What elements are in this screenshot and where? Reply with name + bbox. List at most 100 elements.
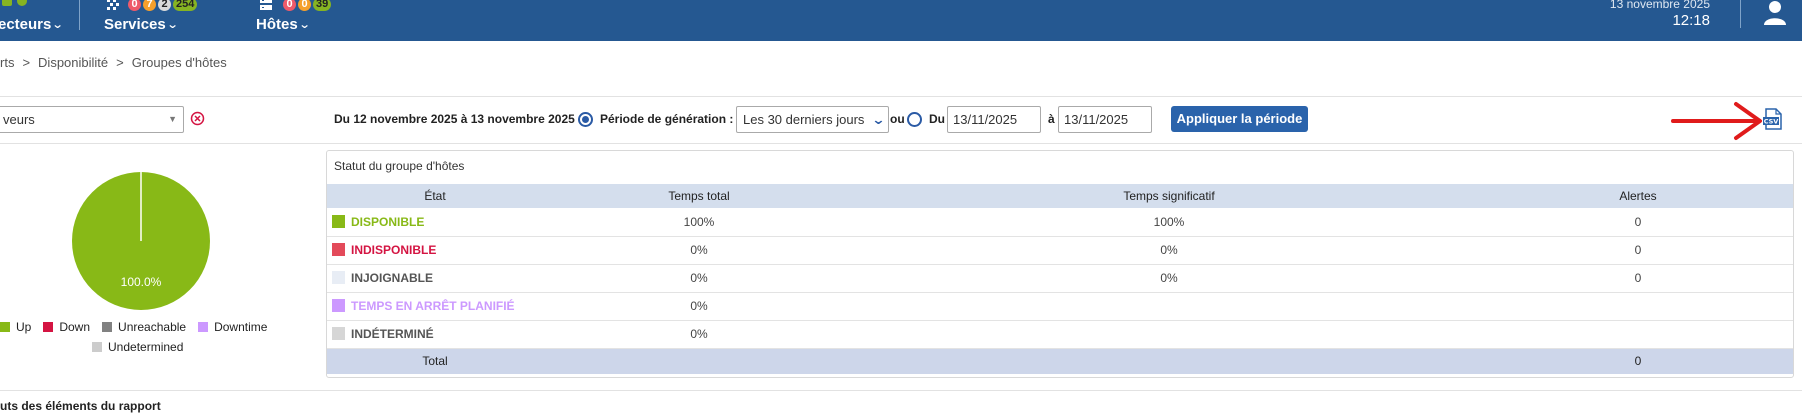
badge-up[interactable]: 39 (313, 0, 332, 11)
svg-text:CSV: CSV (1764, 118, 1779, 126)
state-color-swatch (332, 327, 345, 340)
state-cell: INDISPONIBLE (327, 236, 543, 265)
badge-critical[interactable]: 0 (128, 0, 141, 11)
state-label: INJOIGNABLE (351, 271, 434, 285)
radio-custom-period[interactable] (907, 112, 922, 127)
legend-swatch (43, 322, 54, 332)
hosts-status-badges[interactable]: 0 0 39 (283, 0, 332, 11)
state-label: INDÉTERMINÉ (351, 327, 434, 341)
pie-svg: 100.0% (72, 172, 210, 310)
legend-swatch (102, 322, 113, 332)
header-total-time: Temps total (543, 184, 855, 208)
hostgroup-select[interactable]: veurs ▼ (0, 106, 184, 133)
user-icon[interactable] (1762, 0, 1788, 26)
end-date-input[interactable]: 13/11/2025 (1058, 106, 1152, 133)
table-row: TEMPS EN ARRÊT PLANIFIÉ 0% (327, 292, 1793, 321)
nav-pollers[interactable]: ecteurs ⌄ (0, 16, 64, 33)
alerts-cell: 0 (1483, 264, 1793, 293)
state-color-swatch (332, 299, 345, 312)
legend-item-down: Down (43, 320, 90, 334)
clock: 13 novembre 2025 12:18 (1610, 0, 1710, 29)
legend-swatch (92, 342, 102, 352)
badge-unreachable[interactable]: 0 (298, 0, 311, 11)
csv-icon[interactable]: CSV (1763, 108, 1783, 130)
state-label: INDISPONIBLE (351, 243, 437, 257)
table-row: DISPONIBLE 100% 100% 0 (327, 208, 1793, 237)
state-cell: TEMPS EN ARRÊT PLANIFIÉ (327, 292, 543, 321)
header-alerts: Alertes (1483, 184, 1793, 208)
total-time-cell: 100% (543, 208, 855, 237)
pollers-icon (2, 0, 27, 6)
panel-title: Statut du groupe d'hôtes (334, 159, 465, 173)
state-color-swatch (332, 214, 345, 228)
legend-label: Downtime (214, 320, 268, 334)
total-time-cell (543, 348, 855, 374)
period-select[interactable]: Les 30 derniers jours ⌄ (736, 106, 889, 133)
state-cell: DISPONIBLE (327, 208, 543, 237)
legend-swatch (198, 322, 209, 332)
total-time-cell: 0% (543, 264, 855, 293)
alerts-cell: 0 (1483, 208, 1793, 237)
significant-time-cell: 0% (855, 264, 1483, 293)
badge-warning[interactable]: 7 (143, 0, 156, 11)
total-time-cell: 0% (543, 320, 855, 349)
alerts-cell (1483, 292, 1793, 321)
section-divider (0, 390, 1802, 391)
significant-time-cell (855, 348, 1483, 374)
breadcrumb-item-reports[interactable]: rts (0, 55, 14, 70)
significant-time-cell: 100% (855, 208, 1483, 237)
breadcrumb: rts > Disponibilité > Groupes d'hôtes (0, 55, 227, 70)
legend-item-downtime: Downtime (198, 320, 267, 334)
legend-item-undetermined: Undetermined (92, 340, 183, 354)
nav-services[interactable]: Services ⌄ (104, 16, 178, 33)
hostgroup-status-panel: Statut du groupe d'hôtes État Temps tota… (326, 150, 1794, 378)
current-time: 12:18 (1672, 12, 1710, 29)
alerts-cell: 0 (1483, 236, 1793, 265)
table-row: INJOIGNABLE 0% 0% 0 (327, 264, 1793, 293)
badge-down[interactable]: 0 (283, 0, 296, 11)
state-cell: INDÉTERMINÉ (327, 320, 543, 349)
current-date: 13 novembre 2025 (1609, 0, 1710, 11)
top-navigation-bar: ecteurs ⌄ 0 7 2 254 Services ⌄ 0 0 39 Hô… (0, 0, 1802, 41)
significant-time-cell (855, 292, 1483, 321)
nav-divider (1740, 0, 1741, 28)
breadcrumb-item-hostgroups[interactable]: Groupes d'hôtes (132, 55, 227, 70)
badge-unknown[interactable]: 2 (158, 0, 171, 11)
breadcrumb-separator: > (22, 55, 31, 70)
period-range-label: Du 12 novembre 2025 à 13 novembre 2025 (334, 112, 575, 126)
legend-item-unreachable: Unreachable (102, 320, 186, 334)
clear-selection-icon[interactable] (190, 111, 205, 126)
state-cell: INJOIGNABLE (327, 264, 543, 293)
table-total-row: Total 0 (327, 348, 1793, 374)
state-label: TEMPS EN ARRÊT PLANIFIÉ (351, 299, 515, 313)
breadcrumb-separator: > (116, 55, 124, 70)
badge-ok[interactable]: 254 (173, 0, 198, 11)
total-label: Total (327, 348, 543, 374)
nav-services-label: Services (104, 16, 166, 33)
caret-down-icon: ▼ (168, 114, 177, 124)
chevron-down-icon: ⌄ (298, 19, 311, 31)
legend-label: Unreachable (118, 320, 187, 334)
legend-label: Undetermined (108, 340, 184, 354)
radio-generation-period[interactable] (578, 112, 593, 127)
to-label: à (1048, 112, 1055, 126)
start-date-input[interactable]: 13/11/2025 (947, 106, 1041, 133)
breadcrumb-item-availability[interactable]: Disponibilité (38, 55, 108, 70)
generation-period-label: Période de génération : (600, 112, 734, 126)
legend-label: Up (16, 320, 32, 334)
red-arrow-annotation (1671, 102, 1762, 140)
table-row: INDÉTERMINÉ 0% (327, 320, 1793, 349)
state-label: DISPONIBLE (351, 214, 425, 229)
table-row: INDISPONIBLE 0% 0% 0 (327, 236, 1793, 265)
nav-divider (79, 0, 80, 30)
table-header-row: État Temps total Temps significatif Aler… (327, 184, 1793, 208)
nav-hosts-label: Hôtes (256, 16, 298, 33)
services-icon (107, 0, 119, 10)
legend-swatch (0, 322, 10, 332)
apply-period-button[interactable]: Appliquer la période (1171, 106, 1308, 132)
nav-hosts[interactable]: Hôtes ⌄ (256, 16, 311, 33)
hostgroup-status-table: État Temps total Temps significatif Aler… (327, 184, 1793, 374)
services-status-badges[interactable]: 0 7 2 254 (128, 0, 198, 11)
significant-time-cell: 0% (855, 236, 1483, 265)
pie-percent-label: 100.0% (121, 275, 162, 289)
